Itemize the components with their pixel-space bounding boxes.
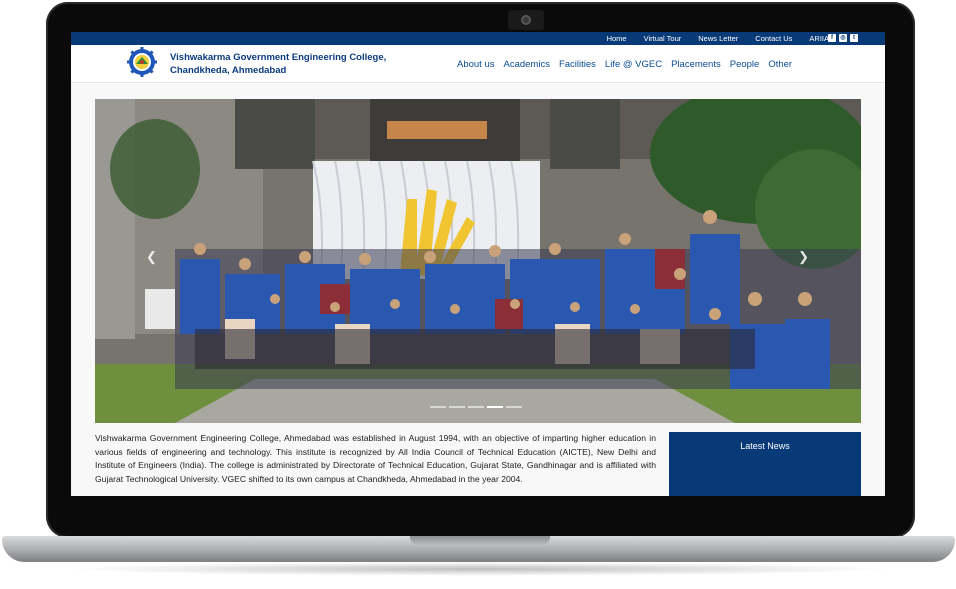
top-nav-ariia[interactable]: ARIIA bbox=[809, 34, 829, 43]
nav-other[interactable]: Other bbox=[768, 59, 792, 70]
nav-placements[interactable]: Placements bbox=[671, 59, 721, 70]
top-nav: Home Virtual Tour News Letter Contact Us… bbox=[607, 32, 829, 45]
college-name-line2: Chandkheda, Ahmedabad bbox=[170, 65, 287, 76]
top-nav-contact-us[interactable]: Contact Us bbox=[755, 34, 792, 43]
top-nav-home[interactable]: Home bbox=[607, 34, 627, 43]
main-nav: About us Academics Facilities Life @ VGE… bbox=[457, 45, 792, 83]
camera-icon bbox=[521, 15, 531, 25]
website-screen: Home Virtual Tour News Letter Contact Us… bbox=[71, 32, 885, 496]
latest-news-title: Latest News bbox=[740, 441, 790, 451]
carousel-dot-active[interactable] bbox=[487, 406, 503, 408]
group-photo bbox=[95, 99, 861, 423]
image-carousel[interactable]: ❮ ❯ bbox=[95, 99, 861, 423]
nav-people[interactable]: People bbox=[730, 59, 760, 70]
top-nav-news-letter[interactable]: News Letter bbox=[698, 34, 738, 43]
college-name[interactable]: Vishwakarma Government Engineering Colle… bbox=[170, 51, 410, 77]
camera-notch bbox=[508, 10, 544, 30]
carousel-dot[interactable] bbox=[430, 406, 446, 408]
latest-news-panel: Latest News bbox=[669, 432, 861, 496]
nav-life-at-vgec[interactable]: Life @ VGEC bbox=[605, 59, 662, 70]
about-paragraph: Vishwakarma Government Engineering Colle… bbox=[95, 433, 656, 484]
carousel-dot[interactable] bbox=[449, 406, 465, 408]
laptop-base bbox=[2, 536, 955, 562]
top-nav-virtual-tour[interactable]: Virtual Tour bbox=[644, 34, 682, 43]
chevron-right-icon[interactable]: ❯ bbox=[798, 249, 809, 265]
carousel-dot[interactable] bbox=[506, 406, 522, 408]
nav-academics[interactable]: Academics bbox=[504, 59, 550, 70]
college-name-line1: Vishwakarma Government Engineering Colle… bbox=[170, 52, 387, 63]
carousel-dot[interactable] bbox=[468, 406, 484, 408]
college-logo[interactable] bbox=[127, 47, 157, 77]
facebook-icon[interactable]: f bbox=[828, 34, 836, 42]
chevron-left-icon[interactable]: ❮ bbox=[146, 249, 157, 265]
instagram-icon[interactable]: ◎ bbox=[839, 34, 847, 42]
site-header: Vishwakarma Government Engineering Colle… bbox=[71, 45, 885, 83]
nav-about-us[interactable]: About us bbox=[457, 59, 495, 70]
social-links: f ◎ t bbox=[828, 34, 858, 42]
laptop-shadow bbox=[60, 562, 896, 576]
twitter-icon[interactable]: t bbox=[850, 34, 858, 42]
top-utility-bar: Home Virtual Tour News Letter Contact Us… bbox=[71, 32, 885, 45]
laptop-hinge-notch bbox=[410, 536, 550, 545]
nav-facilities[interactable]: Facilities bbox=[559, 59, 596, 70]
carousel-indicators bbox=[430, 406, 522, 408]
